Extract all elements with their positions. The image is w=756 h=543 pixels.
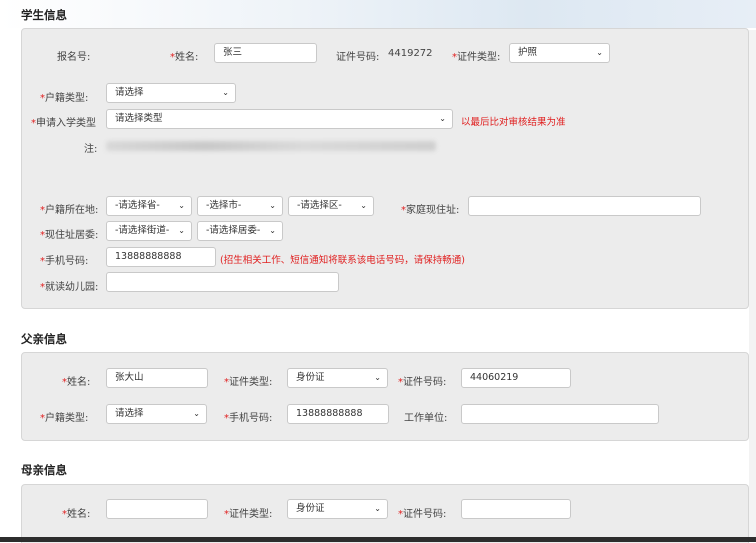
street-select[interactable]: -请选择街道- ⌄ — [106, 221, 192, 241]
student-section-title: 学生信息 — [21, 8, 67, 22]
father-hukou-type-label: *户籍类型: — [40, 413, 89, 424]
student-id-type-label: *证件类型: — [452, 52, 501, 63]
kindergarten-input[interactable] — [106, 272, 339, 292]
chevron-down-icon: ⌄ — [269, 226, 276, 235]
home-address-label: *家庭现住址: — [401, 205, 460, 216]
apply-type-hint: 以最后比对审核结果为准 — [461, 117, 566, 128]
reg-no-label: 报名号: — [57, 52, 91, 63]
student-id-no-value: 4419272 — [388, 48, 433, 59]
chevron-down-icon: ⌄ — [360, 201, 367, 210]
residence-committee-label: *现住址居委: — [40, 230, 99, 241]
chevron-down-icon: ⌄ — [269, 201, 276, 210]
mother-id-no-label: *证件号码: — [398, 509, 447, 520]
mother-id-type-label: *证件类型: — [224, 509, 273, 520]
province-select[interactable]: -请选择省- ⌄ — [106, 196, 192, 216]
district-select[interactable]: -请选择区- ⌄ — [288, 196, 374, 216]
hukou-location-label: *户籍所在地: — [40, 205, 99, 216]
chevron-down-icon: ⌄ — [178, 226, 185, 235]
father-section-title: 父亲信息 — [21, 332, 67, 346]
student-phone-input[interactable]: 13888888888 — [106, 247, 216, 267]
chevron-down-icon: ⌄ — [193, 409, 200, 418]
mother-id-type-select[interactable]: 身份证 ⌄ — [287, 499, 388, 519]
chevron-down-icon: ⌄ — [596, 48, 603, 57]
chevron-down-icon: ⌄ — [178, 201, 185, 210]
father-hukou-type-select[interactable]: 请选择 ⌄ — [106, 404, 207, 424]
scrollbar-track[interactable] — [749, 30, 756, 537]
father-name-label: *姓名: — [62, 377, 91, 388]
father-work-input[interactable] — [461, 404, 659, 424]
father-phone-input[interactable]: 13888888888 — [287, 404, 389, 424]
mother-id-no-input[interactable] — [461, 499, 571, 519]
blurred-note-text — [106, 141, 436, 151]
mother-section-title: 母亲信息 — [21, 463, 67, 477]
home-address-input[interactable] — [468, 196, 701, 216]
chevron-down-icon: ⌄ — [222, 88, 229, 97]
student-id-no-label: 证件号码: — [336, 52, 380, 63]
chevron-down-icon: ⌄ — [374, 504, 381, 513]
father-id-type-select[interactable]: 身份证 ⌄ — [287, 368, 388, 388]
mother-name-label: *姓名: — [62, 509, 91, 520]
hukou-type-select[interactable]: 请选择 ⌄ — [106, 83, 236, 103]
chevron-down-icon: ⌄ — [439, 114, 446, 123]
bottom-bar — [0, 537, 756, 542]
city-select[interactable]: -选择市- ⌄ — [197, 196, 283, 216]
father-work-label: 工作单位: — [404, 413, 448, 424]
committee-select[interactable]: -请选择居委- ⌄ — [197, 221, 283, 241]
header-background — [0, 0, 756, 28]
chevron-down-icon: ⌄ — [374, 373, 381, 382]
apply-type-select[interactable]: 请选择类型 ⌄ — [106, 109, 453, 129]
father-phone-label: *手机号码: — [224, 413, 273, 424]
father-id-no-input[interactable]: 44060219 — [461, 368, 571, 388]
father-id-no-label: *证件号码: — [398, 377, 447, 388]
father-id-type-label: *证件类型: — [224, 377, 273, 388]
kindergarten-label: *就读幼儿园: — [40, 282, 99, 293]
student-name-input[interactable]: 张三 — [214, 43, 317, 63]
student-id-type-select[interactable]: 护照 ⌄ — [509, 43, 610, 63]
mother-name-input[interactable] — [106, 499, 208, 519]
father-panel — [21, 352, 749, 441]
student-name-label: *姓名: — [170, 52, 199, 63]
student-phone-label: *手机号码: — [40, 256, 89, 267]
hukou-type-label: *户籍类型: — [40, 93, 89, 104]
father-name-input[interactable]: 张大山 — [106, 368, 208, 388]
note-label: 注: — [84, 144, 98, 155]
apply-type-label: *申请入学类型 — [31, 118, 96, 129]
phone-hint: (招生相关工作、短信通知将联系该电话号码，请保持畅通) — [220, 255, 465, 266]
